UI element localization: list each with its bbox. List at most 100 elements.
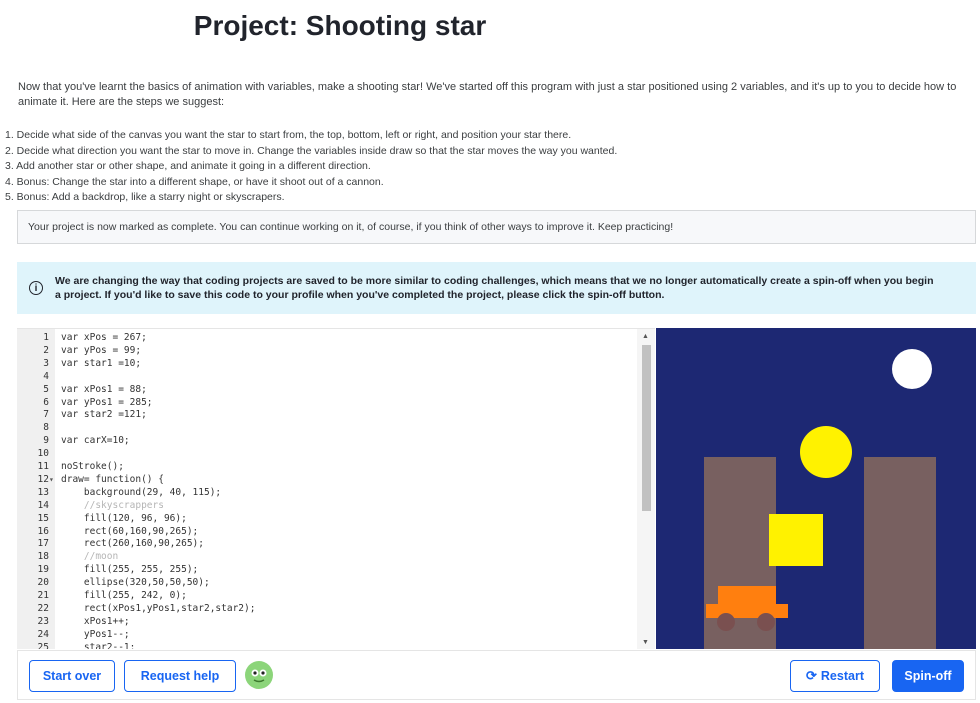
code-text: var xPos1 = 88; [61,383,147,395]
scroll-down-arrow-icon[interactable]: ▼ [642,639,649,646]
code-line[interactable]: 20 ellipse(320,50,50,50); [17,576,637,589]
code-line[interactable]: 16 rect(60,160,90,265); [17,525,637,538]
refresh-icon: ⟳ [806,668,817,683]
line-number: 11 [37,461,49,472]
info-circle-icon: i [29,281,43,295]
completion-message: Your project is now marked as complete. … [17,210,976,244]
line-number: 1 [43,332,49,343]
code-text: xPos1++; [61,615,130,627]
code-text: var yPos1 = 285; [61,396,153,408]
code-line[interactable]: 15 fill(120, 96, 96); [17,512,637,525]
code-text: ellipse(320,50,50,50); [61,577,210,589]
restart-button[interactable]: ⟳ Restart [790,660,880,692]
spinoff-button[interactable]: Spin-off [892,660,964,692]
code-line[interactable]: 19 fill(255, 255, 255); [17,563,637,576]
line-number: 7 [43,409,49,421]
code-line[interactable]: 7 var star2 =121; [17,408,637,421]
code-text: var yPos = 99; [61,344,142,356]
line-number: 21 [37,590,49,601]
request-help-button[interactable]: Request help [124,660,236,692]
code-text: rect(60,160,90,265); [61,525,199,537]
code-text: noStroke(); [61,461,124,472]
output-canvas[interactable] [656,328,976,649]
code-line[interactable]: 1 var xPos = 267; [17,331,637,344]
code-line[interactable]: 12 ▾ draw= function() { [17,473,637,486]
code-line[interactable]: 25 star2--1; [17,641,637,649]
info-banner-text: We are changing the way that coding proj… [55,275,934,301]
steps-list: 1. Decide what side of the canvas you wa… [5,128,965,206]
code-line[interactable]: 23 xPos1++; [17,615,637,628]
code-line[interactable]: 21 fill(255, 242, 0); [17,589,637,602]
line-number: 17 [37,538,49,550]
car-body [706,604,788,618]
code-editor[interactable]: 1 var xPos = 267; 2 var yPos = 99; 3 var star… [17,328,655,649]
code-text: var carX=10; [61,435,130,447]
avatar-icon [245,661,273,689]
code-line[interactable]: 6 var yPos1 = 285; [17,396,637,409]
code-line[interactable]: 14 //skyscrappers [17,499,637,512]
line-number: 15 [37,512,49,524]
code-line[interactable]: 17 rect(260,160,90,265); [17,537,637,550]
scroll-thumb[interactable] [642,345,651,511]
code-text: var star1 =10; [61,357,142,369]
line-number: 23 [37,615,49,627]
step-item: 5. Bonus: Add a backdrop, like a starry … [5,191,285,204]
editor-toolbar: Start over Request help ⟳ Restart Spin-o… [17,650,976,700]
code-line[interactable]: 5 var xPos1 = 88; [17,383,637,396]
code-text: fill(255, 242, 0); [61,590,187,601]
code-line[interactable]: 13 background(29, 40, 115); [17,486,637,499]
line-number: 5 [43,383,49,395]
car-top [718,586,776,606]
line-number: 22 [37,602,49,614]
step-item: 1. Decide what side of the canvas you wa… [5,129,572,141]
code-text: fill(120, 96, 96); [61,512,187,524]
code-text: background(29, 40, 115); [61,486,222,498]
restart-label: Restart [820,669,864,683]
code-text: rect(xPos1,yPos1,star2,star2); [61,602,256,614]
code-text: //moon [61,551,119,563]
code-line[interactable]: 11 noStroke(); [17,460,637,473]
code-line[interactable]: 8 [17,421,637,434]
line-number: 13 [37,486,49,498]
code-line[interactable]: 18 //moon [17,550,637,563]
start-over-button[interactable]: Start over [29,660,115,692]
info-banner: i We are changing the way that coding pr… [17,262,976,314]
code-line[interactable]: 2 var yPos = 99; [17,344,637,357]
intro-text: Now that you've learnt the basics of ani… [18,81,957,108]
code-line[interactable]: 24 yPos1--; [17,628,637,641]
line-number: 25 [37,641,49,649]
code-text: yPos1--; [61,628,130,640]
car-wheel-left [717,613,735,631]
scroll-up-arrow-icon[interactable]: ▲ [642,333,649,340]
skyscraper-right [864,457,936,649]
moon [892,349,932,389]
line-number: 19 [37,564,49,576]
line-number: 3 [43,357,49,369]
code-line[interactable]: 3 var star1 =10; [17,357,637,370]
fold-arrow-icon[interactable]: ▾ [49,473,55,486]
step-item: 2. Decide what direction you want the st… [5,144,618,157]
line-number: 8 [43,422,49,434]
line-number: 16 [37,525,49,537]
line-number: 18 [37,551,49,563]
code-line[interactable]: 4 [17,370,637,383]
code-text: fill(255, 255, 255); [61,564,199,576]
line-number: 20 [37,577,49,589]
editor-scrollbar[interactable]: ▲ ▼ [637,329,655,649]
line-number: 9 [43,435,49,447]
code-line[interactable]: 22 rect(xPos1,yPos1,star2,star2); [17,602,637,615]
step-item: 3. Add another star or other shape, and … [5,160,371,173]
code-text: //skyscrappers [61,499,164,511]
code-text: draw= function() { [61,473,164,485]
code-line[interactable]: 9 var carX=10; [17,434,637,447]
page-title: Project: Shooting star [193,10,487,41]
step-item: 4. Bonus: Change the star into a differe… [5,175,384,188]
line-number: 2 [43,344,49,356]
code-text: rect(260,160,90,265); [61,538,204,550]
line-number: 10 [37,448,49,460]
code-line[interactable]: 10 [17,447,637,460]
car-wheel-right [757,613,775,631]
code-text: var xPos = 267; [61,332,147,343]
sun-circle [800,426,852,478]
line-number: 6 [43,396,49,408]
